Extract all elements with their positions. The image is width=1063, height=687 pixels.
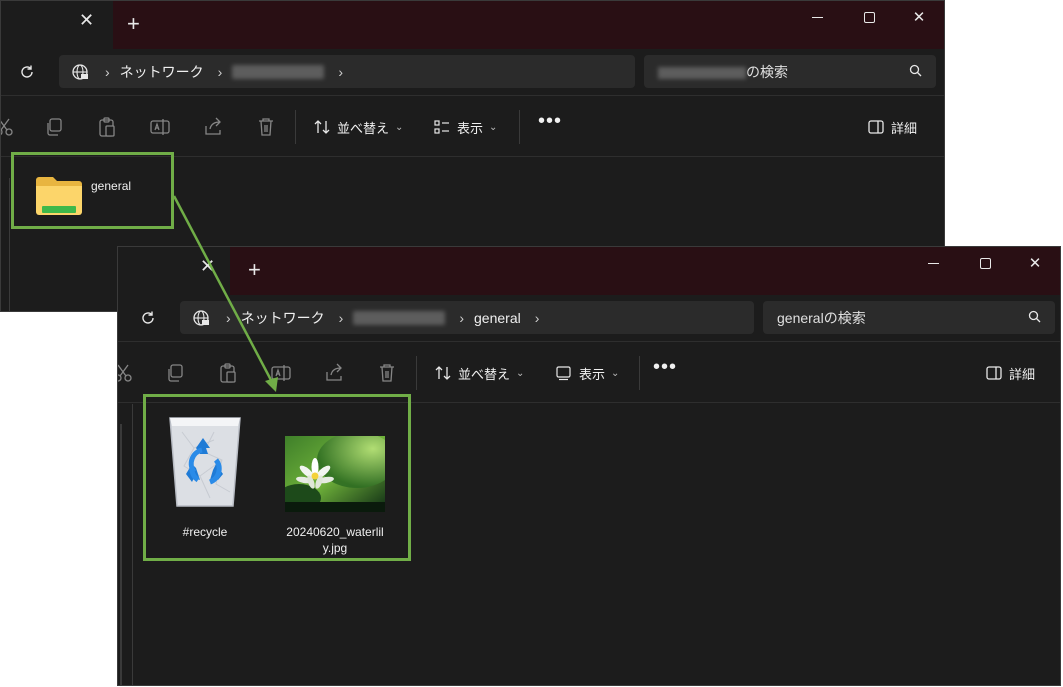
active-tab[interactable]: ✕ [1,1,113,49]
delete-icon[interactable] [255,116,277,138]
address-bar[interactable]: › ネットワーク › › general › [180,301,754,334]
search-icon[interactable] [909,64,922,82]
view-button[interactable]: 表示 ⌄ [555,362,619,384]
search-box[interactable]: generalの検索 [763,301,1055,334]
details-pane-button[interactable]: 詳細 [867,116,917,138]
new-tab-button[interactable]: + [248,257,261,283]
details-pane-icon [868,120,884,134]
minimize-button[interactable] [910,247,956,279]
active-tab[interactable]: ✕ [118,247,230,295]
title-bar: ✕ + ✕ [118,247,1060,295]
copy-icon[interactable] [164,362,186,384]
close-window-button[interactable]: ✕ [1012,247,1058,279]
explorer-window-general: ✕ + ✕ › ネットワーク › › general › generalの検索 [117,246,1061,686]
breadcrumb-chevron-icon[interactable]: › [459,310,464,326]
share-icon[interactable] [323,362,345,384]
breadcrumb-general[interactable]: general [474,310,521,326]
chevron-down-icon: ⌄ [516,367,525,379]
navigation-pane-divider [120,424,122,685]
share-icon[interactable] [202,116,224,138]
breadcrumb-chevron-icon[interactable]: › [226,310,231,326]
network-globe-icon [190,307,212,329]
sort-button[interactable]: 並べ替え ⌄ [434,362,524,384]
command-bar: 並べ替え ⌄ 表示 ⌄ ••• 詳細 [1,95,944,157]
maximize-button[interactable] [846,1,892,33]
more-options-button[interactable]: ••• [653,356,677,379]
breadcrumb-network[interactable]: ネットワーク [241,308,325,328]
paste-icon[interactable] [217,362,239,384]
details-label: 詳細 [1009,366,1036,382]
chevron-down-icon: ⌄ [395,121,404,133]
folder-name: general [91,179,132,193]
search-host-redacted [658,66,746,79]
maximize-button[interactable] [962,247,1008,279]
folder-item-general[interactable]: general [31,170,161,220]
folder-name: #recycle [182,525,228,539]
details-label: 詳細 [891,120,918,136]
tab-close-button[interactable]: ✕ [79,10,94,31]
tab-close-button[interactable]: ✕ [200,256,215,277]
paste-icon[interactable] [96,116,118,138]
navigation-pane-divider [9,178,10,311]
view-label: 表示 [457,120,484,136]
file-item-waterlily[interactable]: 20240620_waterlil y.jpg [280,430,390,560]
search-box[interactable]: の検索 [644,55,936,88]
sort-button[interactable]: 並べ替え ⌄ [313,116,403,138]
breadcrumb-network[interactable]: ネットワーク [120,62,204,82]
search-placeholder: generalの検索 [777,309,866,326]
folder-item-recycle[interactable]: #recycle [160,412,250,542]
more-options-button[interactable]: ••• [538,110,562,133]
view-icon [434,120,449,134]
address-row: › ネットワーク › › general › generalの検索 [118,295,1060,341]
view-button[interactable]: 表示 ⌄ [433,116,497,138]
breadcrumb-chevron-icon[interactable]: › [218,64,223,80]
sort-icon [435,366,451,380]
title-bar: ✕ + ✕ [1,1,944,49]
chevron-down-icon: ⌄ [611,367,620,379]
sort-label: 並べ替え [458,366,511,382]
toolbar-separator [416,356,417,390]
breadcrumb-chevron-icon[interactable]: › [105,64,110,80]
address-bar[interactable]: › ネットワーク › › [59,55,635,88]
refresh-icon[interactable] [136,306,160,330]
cut-icon[interactable] [0,116,15,138]
address-row: › ネットワーク › › の検索 [1,49,944,95]
details-pane-icon [986,366,1002,380]
network-globe-icon [69,61,91,83]
breadcrumb-chevron-icon[interactable]: › [535,310,540,326]
navigation-pane-divider [132,404,133,685]
delete-icon[interactable] [376,362,398,384]
search-placeholder: の検索 [658,62,788,82]
command-bar: 並べ替え ⌄ 表示 ⌄ ••• 詳細 [118,341,1060,403]
sort-icon [314,120,330,134]
image-thumbnail [285,436,385,512]
details-pane-button[interactable]: 詳細 [985,362,1035,384]
file-list: #recycle 20240620_waterlil y.jpg [118,404,1060,685]
toolbar-separator [519,110,520,144]
view-icon [556,366,571,381]
sort-label: 並べ替え [337,120,390,136]
recycle-bin-icon [169,417,241,507]
search-icon[interactable] [1028,310,1041,328]
file-name: 20240620_waterlil y.jpg [286,525,384,555]
cut-icon[interactable] [117,362,134,384]
folder-icon [36,177,82,215]
refresh-icon[interactable] [15,60,39,84]
rename-icon[interactable] [270,362,292,384]
copy-icon[interactable] [43,116,65,138]
close-window-button[interactable]: ✕ [896,1,942,33]
breadcrumb-chevron-icon[interactable]: › [338,64,343,80]
toolbar-separator [295,110,296,144]
search-suffix: の検索 [746,63,788,80]
view-label: 表示 [579,366,606,382]
breadcrumb-host-redacted[interactable] [353,310,446,325]
breadcrumb-host-redacted[interactable] [232,64,325,79]
chevron-down-icon: ⌄ [489,121,498,133]
rename-icon[interactable] [149,116,171,138]
toolbar-separator [639,356,640,390]
minimize-button[interactable] [794,1,840,33]
breadcrumb-chevron-icon[interactable]: › [339,310,344,326]
new-tab-button[interactable]: + [127,11,140,37]
